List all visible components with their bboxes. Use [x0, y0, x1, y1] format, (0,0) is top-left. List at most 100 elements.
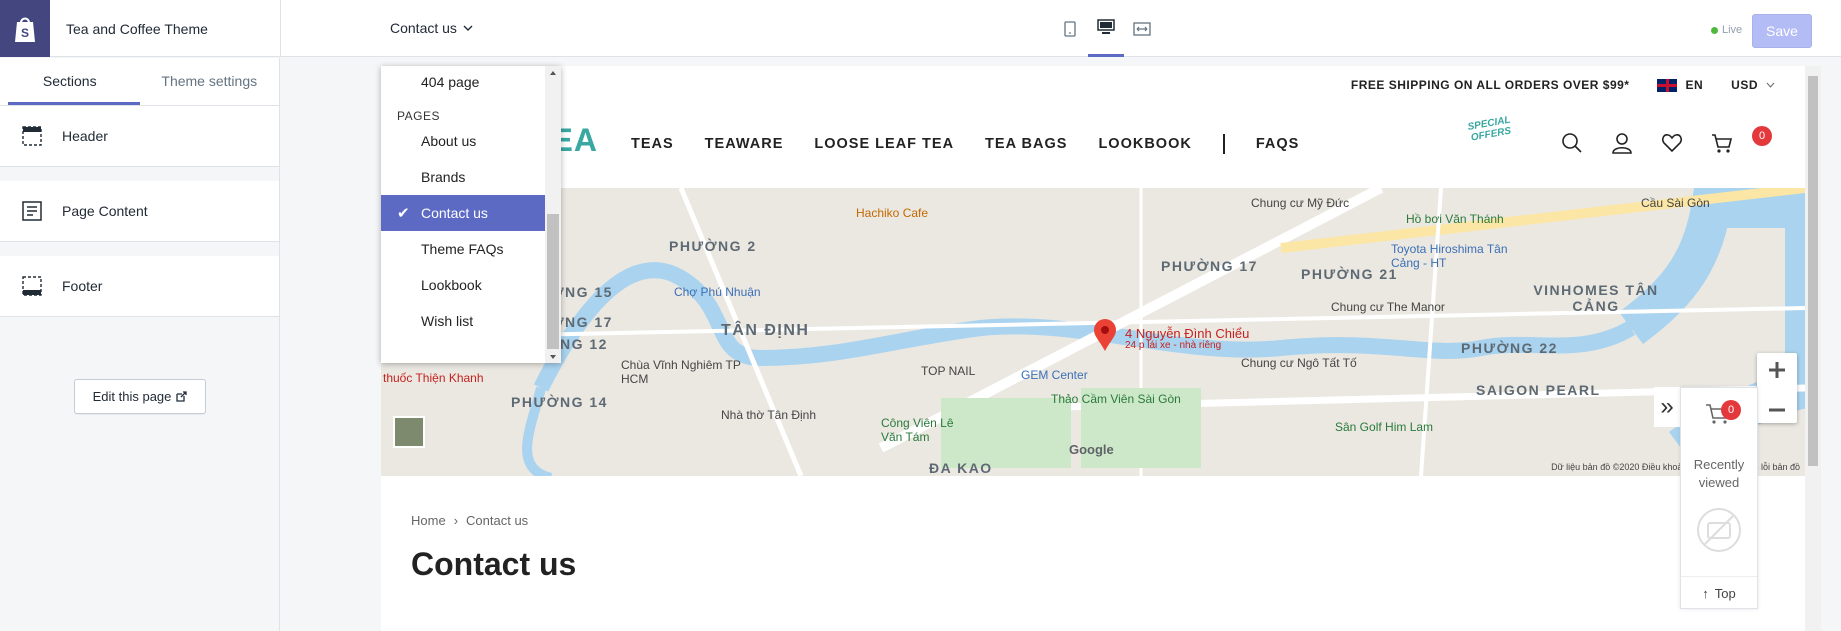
tab-theme-settings[interactable]: Theme settings [140, 58, 280, 105]
nav-teas[interactable]: TEAS [631, 136, 674, 154]
divider [280, 0, 281, 57]
satellite-toggle[interactable] [393, 416, 425, 448]
dropdown-item[interactable]: 404 page [381, 66, 561, 93]
dropdown-scrollbar[interactable] [545, 66, 561, 363]
nav-faqs[interactable]: FAQS [1256, 136, 1299, 154]
dropdown-item[interactable]: About us [381, 123, 561, 159]
dropdown-item[interactable]: Lookbook [381, 267, 561, 303]
dropdown-item[interactable]: Theme FAQs [381, 231, 561, 267]
map-place-label[interactable]: Chung cư Mỹ Đức [1251, 196, 1349, 210]
map-place-label[interactable]: Cầu Sài Gòn [1641, 196, 1710, 210]
dropdown-group-label: PAGES [397, 109, 440, 123]
zoom-out-icon[interactable] [1757, 393, 1797, 428]
back-to-top-button[interactable]: ↑ Top [1681, 576, 1757, 609]
section-footer[interactable]: Footer [0, 256, 279, 317]
map-district-label: PHƯỜNG 14 [511, 394, 608, 410]
edit-page-label: Edit this page [92, 389, 172, 404]
fullwidth-view-button[interactable] [1124, 0, 1160, 57]
zoom-in-icon[interactable] [1757, 353, 1797, 388]
recently-viewed-label[interactable]: Recently viewed [1681, 456, 1757, 492]
store-preview: FREE SHIPPING ON ALL ORDERS OVER $99* EN… [381, 66, 1805, 631]
google-map[interactable]: PHƯỜNG 2 PHƯỜNG 15 PHƯỜNG 17 TÂN ĐỊNH PH… [381, 188, 1805, 476]
map-place-label[interactable]: GEM Center [1021, 368, 1088, 382]
wishlist-heart-icon[interactable] [1661, 132, 1683, 154]
breadcrumb-home[interactable]: Home [411, 513, 446, 528]
header-icons [1561, 132, 1733, 154]
map-pin-icon[interactable] [1093, 318, 1117, 352]
map-place-label[interactable]: Hồ bơi Văn Thánh [1406, 212, 1504, 226]
recently-viewed-widget: 0 Recently viewed ↑ Top [1680, 387, 1758, 609]
map-place-label[interactable]: TOP NAIL [921, 364, 975, 378]
edit-page-button[interactable]: Edit this page [74, 379, 206, 414]
nav-teaware[interactable]: TEAWARE [705, 136, 784, 154]
desktop-view-button[interactable] [1088, 0, 1124, 57]
preview-scrollbar[interactable] [1805, 66, 1821, 631]
page-title: Contact us [411, 546, 577, 582]
section-page-content[interactable]: Page Content [0, 181, 279, 242]
currency-label: USD [1731, 78, 1758, 92]
section-header[interactable]: Header [0, 106, 279, 167]
section-label: Header [62, 128, 108, 144]
sidebar-tabs: Sections Theme settings [0, 58, 279, 106]
map-attribution[interactable]: Dữ liệu bản đồ ©2020 Điều khoản sử dụng … [1551, 462, 1800, 472]
cart-count-badge: 0 [1752, 126, 1772, 146]
shopify-logo[interactable]: S [0, 0, 50, 57]
page-selector-label: Contact us [390, 20, 457, 36]
top-label: Top [1714, 585, 1736, 601]
chevron-down-icon [1766, 82, 1775, 88]
search-icon[interactable] [1561, 132, 1583, 154]
special-offers-badge[interactable]: SPECIAL OFFERS [1458, 113, 1527, 167]
editor-topbar: S Tea and Coffee Theme Contact us Live S… [0, 0, 1841, 57]
map-district-label: PHƯỜNG 17 [1161, 258, 1258, 274]
nav-tea-bags[interactable]: TEA BAGS [985, 136, 1067, 154]
language-label: EN [1685, 78, 1704, 92]
page-dropdown: 404 page PAGES About us Brands Contact u… [381, 66, 561, 363]
device-switcher [1052, 0, 1160, 57]
tab-sections[interactable]: Sections [0, 58, 140, 105]
nav-lookbook[interactable]: LOOKBOOK [1098, 136, 1191, 154]
breadcrumb-current: Contact us [466, 513, 529, 528]
map-place-label[interactable]: Thảo Cầm Viên Sài Gòn [1051, 392, 1181, 406]
chevron-down-icon [463, 25, 473, 31]
account-icon[interactable] [1611, 132, 1633, 154]
scroll-down-icon[interactable] [545, 351, 561, 363]
language-selector[interactable]: EN [1657, 78, 1703, 92]
preview-scroll-thumb[interactable] [1808, 76, 1818, 466]
map-place-label[interactable]: thuốc Thiện Khanh [383, 371, 484, 385]
shopify-bag-icon: S [15, 17, 35, 42]
expand-widget-button[interactable]: » [1654, 387, 1680, 427]
map-place-label[interactable]: 4 Nguyễn Đình Chiểu [1125, 326, 1249, 341]
breadcrumb-separator-icon: › [453, 513, 459, 528]
scroll-up-icon[interactable] [545, 67, 561, 79]
map-place-label[interactable]: Chung cư The Manor [1331, 300, 1445, 314]
map-place-label[interactable]: Chùa Vĩnh Nghiêm TP HCM [621, 358, 751, 386]
nav-loose-leaf[interactable]: LOOSE LEAF TEA [814, 136, 954, 154]
map-place-label[interactable]: Sân Golf Him Lam [1335, 420, 1433, 434]
currency-selector[interactable]: USD [1731, 78, 1775, 92]
breadcrumb: Home › Contact us [411, 513, 528, 528]
external-link-icon [176, 391, 188, 402]
dropdown-item-selected[interactable]: Contact us [381, 195, 561, 231]
page-selector[interactable]: Contact us [390, 20, 473, 36]
dropdown-scroll-thumb[interactable] [547, 214, 559, 349]
dropdown-item[interactable]: Wish list [381, 303, 561, 339]
map-district-label: SAIGON PEARL [1476, 382, 1601, 398]
section-label: Page Content [62, 203, 148, 219]
cart-icon[interactable] [1711, 132, 1733, 154]
map-place-label[interactable]: Chợ Phú Nhuận [674, 285, 761, 299]
widget-cart-badge: 0 [1721, 400, 1741, 420]
svg-text:S: S [21, 26, 29, 40]
live-label: Live [1722, 24, 1743, 36]
save-button[interactable]: Save [1752, 14, 1812, 48]
map-place-label[interactable]: Hachiko Cafe [856, 206, 928, 220]
content-section-icon [22, 201, 42, 221]
map-place-label[interactable]: Công Viên Lê Văn Tám [881, 416, 961, 444]
main-nav: TEAS TEAWARE LOOSE LEAF TEA TEA BAGS LOO… [631, 134, 1299, 154]
map-place-label[interactable]: Nhà thờ Tân Định [721, 408, 816, 422]
dropdown-item[interactable]: Brands [381, 159, 561, 195]
map-place-label[interactable]: Toyota Hiroshima Tân Cảng - HT [1391, 242, 1531, 270]
mobile-view-button[interactable] [1052, 0, 1088, 57]
map-place-label[interactable]: Chung cư Ngô Tất Tố [1241, 356, 1357, 370]
map-district-label: PHƯỜNG 21 [1301, 266, 1398, 282]
footer-section-icon [22, 276, 42, 296]
